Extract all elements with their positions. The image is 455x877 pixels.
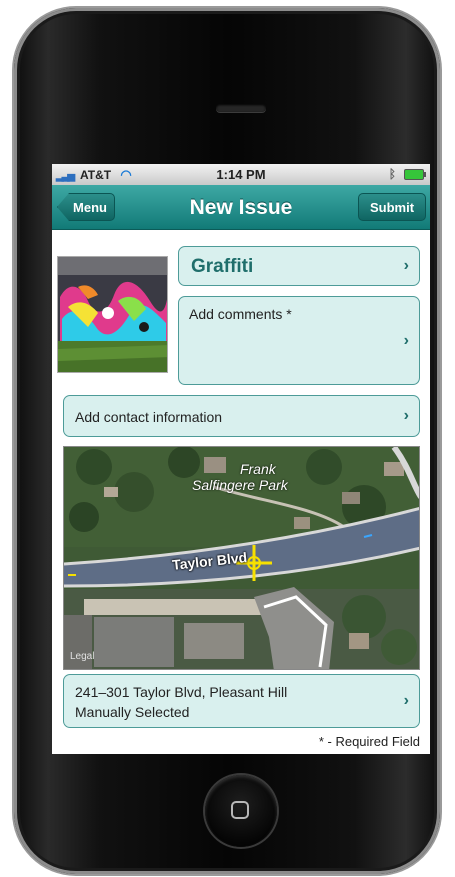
park-label-line2: Salfingere Park: [192, 477, 288, 493]
bluetooth-icon: ᛒ: [388, 167, 396, 181]
issue-photo[interactable]: [57, 256, 168, 373]
address-line: 241–301 Taylor Blvd, Pleasant Hill: [75, 684, 288, 700]
chevron-right-icon: ›: [403, 331, 409, 349]
park-label-line1: Frank: [239, 461, 276, 477]
submit-button[interactable]: Submit: [358, 193, 426, 221]
category-cell[interactable]: Graffiti ›: [178, 246, 420, 286]
status-right-group: ᛒ: [388, 167, 426, 181]
graffiti-photo-image: [58, 257, 167, 372]
home-button[interactable]: [205, 775, 277, 847]
status-time: 1:14 PM: [216, 167, 266, 182]
issue-form: Graffiti › Add comments * › Add contact …: [52, 230, 430, 754]
map-park-label: Frank Salfingere Park: [192, 461, 288, 493]
chevron-right-icon: ›: [403, 257, 409, 274]
required-field-note: * - Required Field: [318, 734, 420, 749]
category-value: Graffiti: [191, 256, 254, 277]
map-legal-link[interactable]: Legal: [70, 651, 94, 662]
location-mode: Manually Selected: [75, 704, 190, 720]
contact-info-label: Add contact information: [75, 409, 223, 425]
chevron-right-icon: ›: [403, 692, 409, 709]
contact-info-cell[interactable]: Add contact information ›: [63, 395, 420, 437]
location-map[interactable]: Frank Salfingere Park Taylor Blvd Legal: [63, 446, 420, 670]
chevron-right-icon: ›: [403, 407, 409, 424]
home-button-icon: [231, 801, 249, 819]
status-bar: ▂▃▅ AT&T ◠ 1:14 PM ᛒ: [52, 164, 430, 185]
earpiece-speaker: [216, 104, 266, 112]
phone-screen: ▂▃▅ AT&T ◠ 1:14 PM ᛒ Menu New Issue Subm…: [52, 164, 430, 754]
address-cell[interactable]: 241–301 Taylor Blvd, Pleasant Hill Manua…: [63, 674, 420, 728]
battery-icon: [404, 168, 426, 180]
comments-placeholder: Add comments *: [189, 306, 292, 322]
navigation-bar: Menu New Issue Submit: [52, 185, 430, 230]
comments-cell[interactable]: Add comments * ›: [178, 296, 420, 385]
